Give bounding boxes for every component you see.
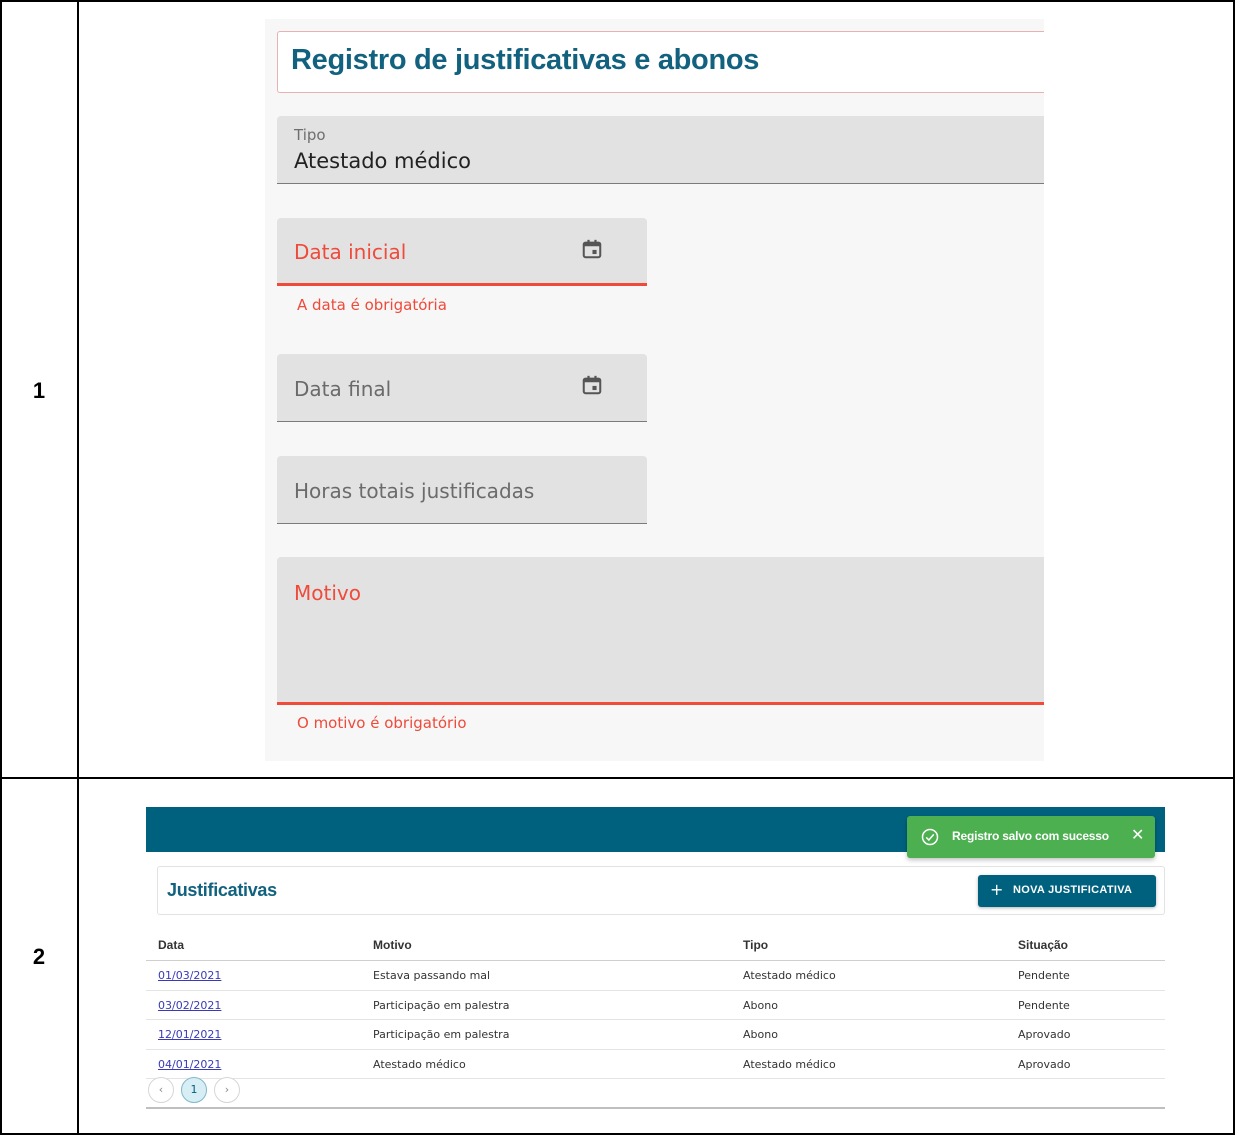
date-link[interactable]: 12/01/2021 — [158, 1028, 221, 1041]
date-link[interactable]: 04/01/2021 — [158, 1058, 221, 1071]
tipo-label: Tipo — [294, 126, 326, 144]
date-link[interactable]: 03/02/2021 — [158, 999, 221, 1012]
list-header-card: Justificativas + NOVA JUSTIFICATIVA — [157, 866, 1165, 915]
horas-totais-label: Horas totais justificadas — [294, 479, 535, 503]
table-row: 12/01/2021 Participação em palestra Abon… — [146, 1020, 1165, 1050]
check-circle-icon — [921, 828, 939, 846]
list-title: Justificativas — [167, 880, 277, 900]
situacao-cell: Pendente — [1018, 969, 1070, 982]
motivo-error: O motivo é obrigatório — [297, 714, 467, 732]
data-final-field[interactable]: Data final — [277, 354, 647, 422]
tipo-value: Atestado médico — [294, 149, 471, 173]
table-row: 04/01/2021 Atestado médico Atestado médi… — [146, 1050, 1165, 1079]
data-inicial-error: A data é obrigatória — [297, 296, 447, 314]
data-final-label: Data final — [294, 377, 392, 401]
tipo-cell: Abono — [743, 1028, 778, 1041]
table-row: 03/02/2021 Participação em palestra Abon… — [146, 991, 1165, 1020]
tipo-select[interactable]: Tipo Atestado médico — [277, 116, 1044, 184]
next-page-button[interactable]: › — [214, 1077, 240, 1103]
page-1-button[interactable]: 1 — [181, 1077, 207, 1103]
column-header-data[interactable]: Data — [158, 938, 184, 952]
tipo-cell: Atestado médico — [743, 969, 836, 982]
motivo-cell: Atestado médico — [373, 1057, 466, 1071]
new-justification-button[interactable]: + NOVA JUSTIFICATIVA — [978, 875, 1156, 907]
motivo-cell: Participação em palestra — [373, 1028, 510, 1041]
table-border-top — [0, 0, 1235, 2]
calendar-icon[interactable] — [581, 237, 603, 261]
success-toast: Registro salvo com sucesso ✕ — [907, 816, 1155, 858]
table-row-divider — [0, 777, 1235, 779]
tipo-cell: Abono — [743, 998, 778, 1012]
table-header: Data Motivo Tipo Situação — [146, 929, 1165, 961]
new-justification-label: NOVA JUSTIFICATIVA — [1013, 884, 1133, 896]
horas-totais-field[interactable]: Horas totais justificadas — [277, 456, 647, 524]
column-header-motivo[interactable]: Motivo — [373, 938, 412, 952]
tipo-cell: Atestado médico — [743, 1057, 836, 1071]
motivo-textarea[interactable]: Motivo — [277, 557, 1044, 705]
motivo-cell: Estava passando mal — [373, 969, 491, 982]
justification-form: Registro de justificativas e abonos Tipo… — [265, 19, 1044, 761]
situacao-cell: Aprovado — [1018, 1028, 1071, 1041]
situacao-cell: Pendente — [1018, 998, 1070, 1012]
close-icon[interactable]: ✕ — [1131, 825, 1144, 844]
column-header-tipo[interactable]: Tipo — [743, 938, 768, 952]
justifications-list-screen: Registro salvo com sucesso ✕ Justificati… — [146, 807, 1165, 1112]
calendar-icon[interactable] — [581, 373, 603, 397]
situacao-cell: Aprovado — [1018, 1057, 1071, 1071]
page-title: Registro de justificativas e abonos — [291, 44, 760, 76]
motivo-label: Motivo — [294, 581, 361, 605]
data-inicial-label: Data inicial — [294, 240, 407, 264]
previous-page-button[interactable]: ‹ — [148, 1077, 174, 1103]
date-link[interactable]: 01/03/2021 — [158, 969, 221, 982]
plus-icon: + — [990, 880, 1004, 899]
toast-message: Registro salvo com sucesso — [952, 829, 1109, 843]
data-inicial-field[interactable]: Data inicial — [277, 218, 647, 286]
motivo-cell: Participação em palestra — [373, 998, 510, 1012]
row-number: 2 — [32, 944, 46, 969]
table-row: 01/03/2021 Estava passando mal Atestado … — [146, 961, 1165, 991]
form-title-card: Registro de justificativas e abonos — [277, 31, 1044, 93]
table-bottom-rule — [146, 1107, 1165, 1109]
column-header-situacao[interactable]: Situação — [1018, 938, 1068, 952]
row-number: 1 — [32, 378, 46, 403]
